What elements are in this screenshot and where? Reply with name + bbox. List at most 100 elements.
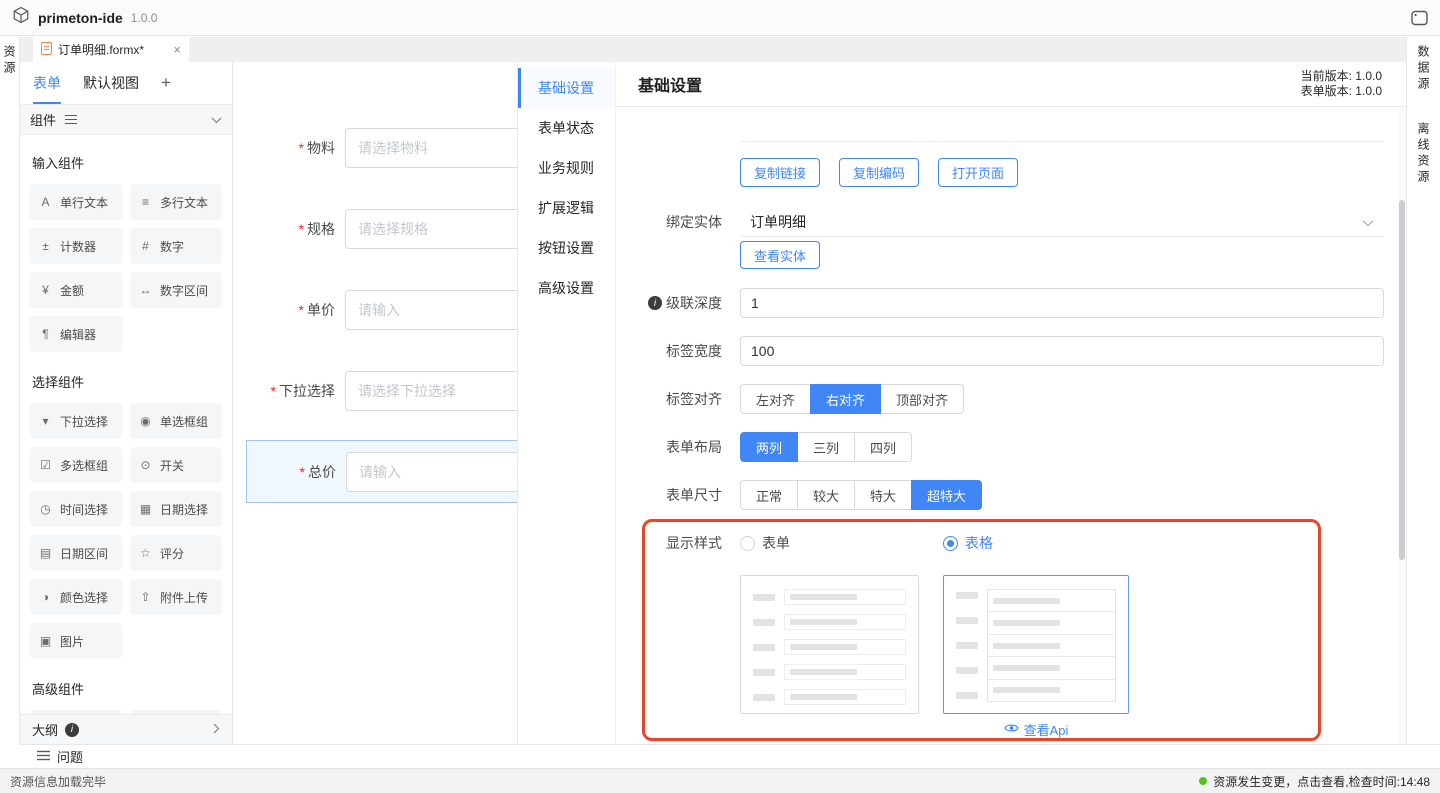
resources-rail-label[interactable]: 资源: [1, 45, 18, 77]
cascade-depth-input[interactable]: [740, 288, 1384, 318]
radio-group-icon: ◉: [138, 414, 153, 428]
four-column-button[interactable]: 四列: [854, 432, 912, 462]
align-top-button[interactable]: 顶部对齐: [880, 384, 964, 414]
three-column-button[interactable]: 三列: [797, 432, 855, 462]
tab-default-view[interactable]: 默认视图: [83, 62, 139, 104]
label-width-input[interactable]: [740, 336, 1384, 366]
component-amount[interactable]: ¥金额: [30, 272, 122, 308]
components-header[interactable]: 组件: [20, 105, 232, 135]
component-switch[interactable]: ⊙开关: [130, 447, 222, 483]
problems-bar[interactable]: 问题: [20, 744, 1440, 768]
component-number-range[interactable]: ↔数字区间: [130, 272, 222, 308]
dropdown-input[interactable]: [345, 371, 517, 411]
component-counter[interactable]: ±计数器: [30, 228, 122, 264]
nav-extend-logic[interactable]: 扩展逻辑: [518, 188, 615, 228]
status-changed[interactable]: 资源发生变更，点击查看,检查时间:14:48: [1199, 773, 1430, 790]
nav-advanced-settings[interactable]: 高级设置: [518, 268, 615, 308]
size-large-button[interactable]: 较大: [797, 480, 855, 510]
component-color-picker[interactable]: ◑颜色选择: [30, 579, 122, 615]
component-date-range[interactable]: ▤日期区间: [30, 535, 122, 571]
radio-table-label: 表格: [965, 533, 993, 553]
field-label-text: 下拉选择: [279, 381, 335, 401]
view-api-link[interactable]: 查看Api: [943, 720, 1129, 739]
component-date-picker[interactable]: ▦日期选择: [130, 491, 222, 527]
scrollbar-thumb[interactable]: [1399, 200, 1405, 560]
field-label-text: 总价: [308, 462, 336, 482]
form-style-preview[interactable]: [740, 575, 919, 714]
component-time-picker[interactable]: ◷时间选择: [30, 491, 122, 527]
component-label: 单选框组: [160, 413, 208, 430]
settings-scrollbar[interactable]: [1398, 108, 1406, 744]
nav-button-settings[interactable]: 按钮设置: [518, 228, 615, 268]
size-xlarge-button[interactable]: 特大: [854, 480, 912, 510]
field-material[interactable]: *物料: [233, 128, 517, 168]
field-spec[interactable]: *规格: [233, 209, 517, 249]
field-unit-price[interactable]: *单价: [233, 290, 517, 330]
nav-basic-settings[interactable]: 基础设置: [518, 68, 615, 108]
view-entity-button[interactable]: 查看实体: [740, 241, 820, 269]
two-column-button[interactable]: 两列: [740, 432, 798, 462]
tab-close-icon[interactable]: ×: [173, 43, 181, 56]
open-page-button[interactable]: 打开页面: [938, 158, 1018, 187]
field-label-text: 规格: [307, 219, 335, 239]
component-file-upload[interactable]: ⇧附件上传: [130, 579, 222, 615]
table-style-preview[interactable]: [943, 575, 1129, 714]
problems-label: 问题: [57, 747, 83, 766]
list-icon: [37, 749, 50, 764]
radio-table-style[interactable]: 表格: [943, 533, 993, 553]
entity-select[interactable]: 订单明细: [740, 207, 1384, 237]
component-editor[interactable]: ¶编辑器: [30, 316, 122, 352]
radio-unchecked-icon[interactable]: [740, 536, 755, 551]
radio-checked-icon[interactable]: [943, 536, 958, 551]
component-single-line-text[interactable]: A单行文本: [30, 184, 122, 220]
unit-price-input[interactable]: [345, 290, 517, 330]
nav-form-state[interactable]: 表单状态: [518, 108, 615, 148]
copy-link-button[interactable]: 复制链接: [740, 158, 820, 187]
offline-resources-rail-label[interactable]: 离线资源: [1415, 122, 1432, 186]
required-mark: *: [299, 140, 304, 156]
label-align-segment: 左对齐 右对齐 顶部对齐: [740, 384, 964, 414]
window-icon[interactable]: [1411, 10, 1428, 26]
field-dropdown[interactable]: *下拉选择: [233, 371, 517, 411]
selected-field-total-price[interactable]: *总价: [246, 440, 517, 503]
align-left-button[interactable]: 左对齐: [740, 384, 811, 414]
resources-rail[interactable]: 资源: [0, 37, 20, 744]
total-price-input[interactable]: [346, 452, 517, 492]
date-range-icon: ▤: [38, 546, 53, 560]
form-canvas[interactable]: *物料 *规格 *单价 *下拉选择 *总价: [233, 62, 517, 744]
material-input[interactable]: [345, 128, 517, 168]
outline-bar[interactable]: 大纲: [20, 714, 232, 744]
select-section-title: 选择组件: [32, 372, 222, 391]
component-image[interactable]: ▣图片: [30, 623, 122, 659]
size-xxlarge-button[interactable]: 超特大: [911, 480, 982, 510]
component-label: 开关: [160, 457, 184, 474]
add-view-button[interactable]: +: [161, 73, 171, 93]
label-align-row: 标签对齐 左对齐 右对齐 顶部对齐: [638, 384, 1384, 414]
component-rating[interactable]: ☆评分: [130, 535, 222, 571]
size-normal-button[interactable]: 正常: [740, 480, 798, 510]
component-checkbox-group[interactable]: ☑多选框组: [30, 447, 122, 483]
required-mark: *: [300, 464, 305, 480]
field-total-price[interactable]: *总价: [247, 452, 517, 492]
nav-business-rules[interactable]: 业务规则: [518, 148, 615, 188]
datasource-rail-label[interactable]: 数据源: [1415, 45, 1432, 93]
component-label: 单行文本: [60, 194, 108, 211]
copy-code-button[interactable]: 复制编码: [839, 158, 919, 187]
input-section-title: 输入组件: [32, 153, 222, 172]
component-multi-line-text[interactable]: ≡多行文本: [130, 184, 222, 220]
component-dropdown-select[interactable]: ▾下拉选择: [30, 403, 122, 439]
align-right-button[interactable]: 右对齐: [810, 384, 881, 414]
radio-form-style[interactable]: 表单: [740, 533, 943, 553]
settings-content: 复制链接 复制编码 打开页面 绑定实体 订单明细 查看实体 级联深度 标签宽度: [616, 108, 1398, 744]
chevron-down-icon[interactable]: [211, 112, 222, 127]
tab-form[interactable]: 表单: [33, 62, 61, 104]
chevron-right-icon[interactable]: [213, 722, 220, 737]
advanced-section-title: 高级组件: [32, 679, 222, 698]
component-radio-group[interactable]: ◉ 单选框组: [130, 403, 222, 439]
component-number[interactable]: #数字: [130, 228, 222, 264]
status-bar: 资源信息加载完毕 资源发生变更，点击查看,检查时间:14:48: [0, 768, 1440, 793]
field-label: *总价: [247, 462, 346, 482]
component-label: 评分: [160, 545, 184, 562]
tab-order-detail-formx[interactable]: 订单明细.formx* ×: [33, 37, 189, 62]
spec-input[interactable]: [345, 209, 517, 249]
